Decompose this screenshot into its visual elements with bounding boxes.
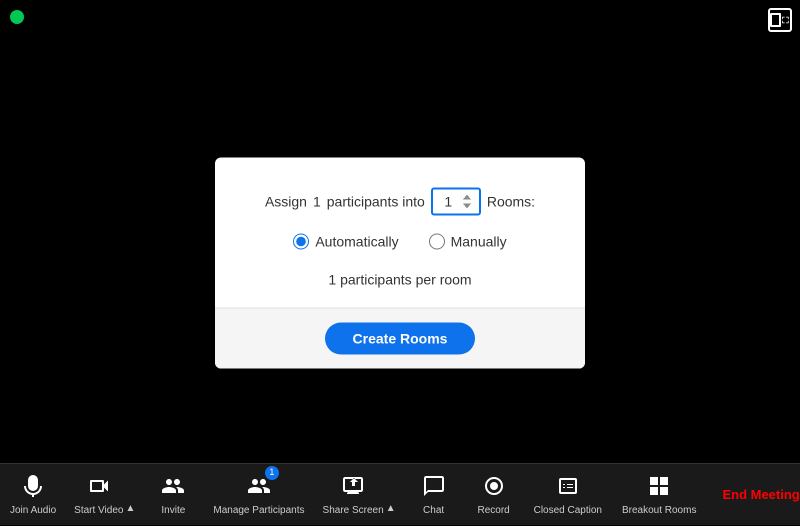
invite-label: Invite — [161, 505, 185, 516]
chat-label: Chat — [423, 505, 444, 516]
toolbar-item-join-audio[interactable]: Join Audio — [0, 468, 66, 522]
participants-badge: 1 — [265, 466, 279, 480]
manage-participants-label: Manage Participants — [213, 505, 304, 516]
participants-icon: 1 — [247, 474, 271, 502]
dialog-body: Assign 1 participants into Rooms: Automa… — [215, 157, 585, 307]
toolbar-item-chat[interactable]: Chat — [404, 468, 464, 522]
share-screen-label: Share Screen — [323, 505, 384, 516]
rooms-suffix: Rooms: — [487, 193, 535, 209]
assign-middle: participants into — [327, 193, 425, 209]
breakout-icon — [647, 474, 671, 502]
toolbar-item-closed-caption[interactable]: Closed Caption — [524, 468, 612, 522]
video-icon — [87, 474, 111, 502]
record-label: Record — [477, 505, 509, 516]
chat-icon — [422, 474, 446, 502]
toolbar-item-record[interactable]: Record — [464, 468, 524, 522]
manual-label: Manually — [451, 233, 507, 249]
assign-row: Assign 1 participants into Rooms: — [245, 187, 555, 215]
fullscreen-button[interactable] — [768, 8, 792, 32]
manual-radio[interactable] — [429, 233, 445, 249]
toolbar-left: Join Audio Start Video ▲ Invite 1 — [0, 468, 706, 522]
create-rooms-button[interactable]: Create Rooms — [325, 322, 476, 354]
closed-caption-label: Closed Caption — [534, 505, 602, 516]
share-screen-icon — [341, 474, 365, 502]
status-dot — [10, 10, 24, 24]
record-icon — [482, 474, 506, 502]
breakout-rooms-label: Breakout Rooms — [622, 505, 696, 516]
breakout-rooms-dialog: Assign 1 participants into Rooms: Automa… — [215, 157, 585, 368]
manual-option[interactable]: Manually — [429, 233, 507, 249]
assign-prefix: Assign — [265, 193, 307, 209]
toolbar-item-share-screen[interactable]: Share Screen ▲ — [315, 468, 404, 522]
start-video-label: Start Video — [74, 505, 123, 516]
toolbar-item-breakout-rooms[interactable]: Breakout Rooms — [612, 468, 706, 522]
toolbar-item-start-video[interactable]: Start Video ▲ — [66, 468, 143, 522]
auto-option[interactable]: Automatically — [293, 233, 398, 249]
room-count-input[interactable] — [431, 187, 481, 215]
join-audio-label: Join Audio — [10, 505, 56, 516]
share-arrow[interactable]: ▲ — [386, 503, 396, 514]
participant-count: 1 — [313, 193, 321, 209]
assignment-options: Automatically Manually — [245, 233, 555, 249]
toolbar: Join Audio Start Video ▲ Invite 1 — [0, 463, 800, 525]
per-room-text: 1 participants per room — [245, 271, 555, 287]
auto-radio[interactable] — [293, 233, 309, 249]
audio-icon — [21, 474, 45, 502]
toolbar-item-manage-participants[interactable]: 1 Manage Participants — [203, 468, 314, 522]
auto-label: Automatically — [315, 233, 398, 249]
toolbar-item-invite[interactable]: Invite — [143, 468, 203, 522]
invite-icon — [161, 474, 185, 502]
end-meeting-button[interactable]: End Meeting — [706, 464, 800, 526]
dialog-footer: Create Rooms — [215, 307, 585, 368]
video-arrow[interactable]: ▲ — [125, 503, 135, 514]
cc-icon — [556, 474, 580, 502]
